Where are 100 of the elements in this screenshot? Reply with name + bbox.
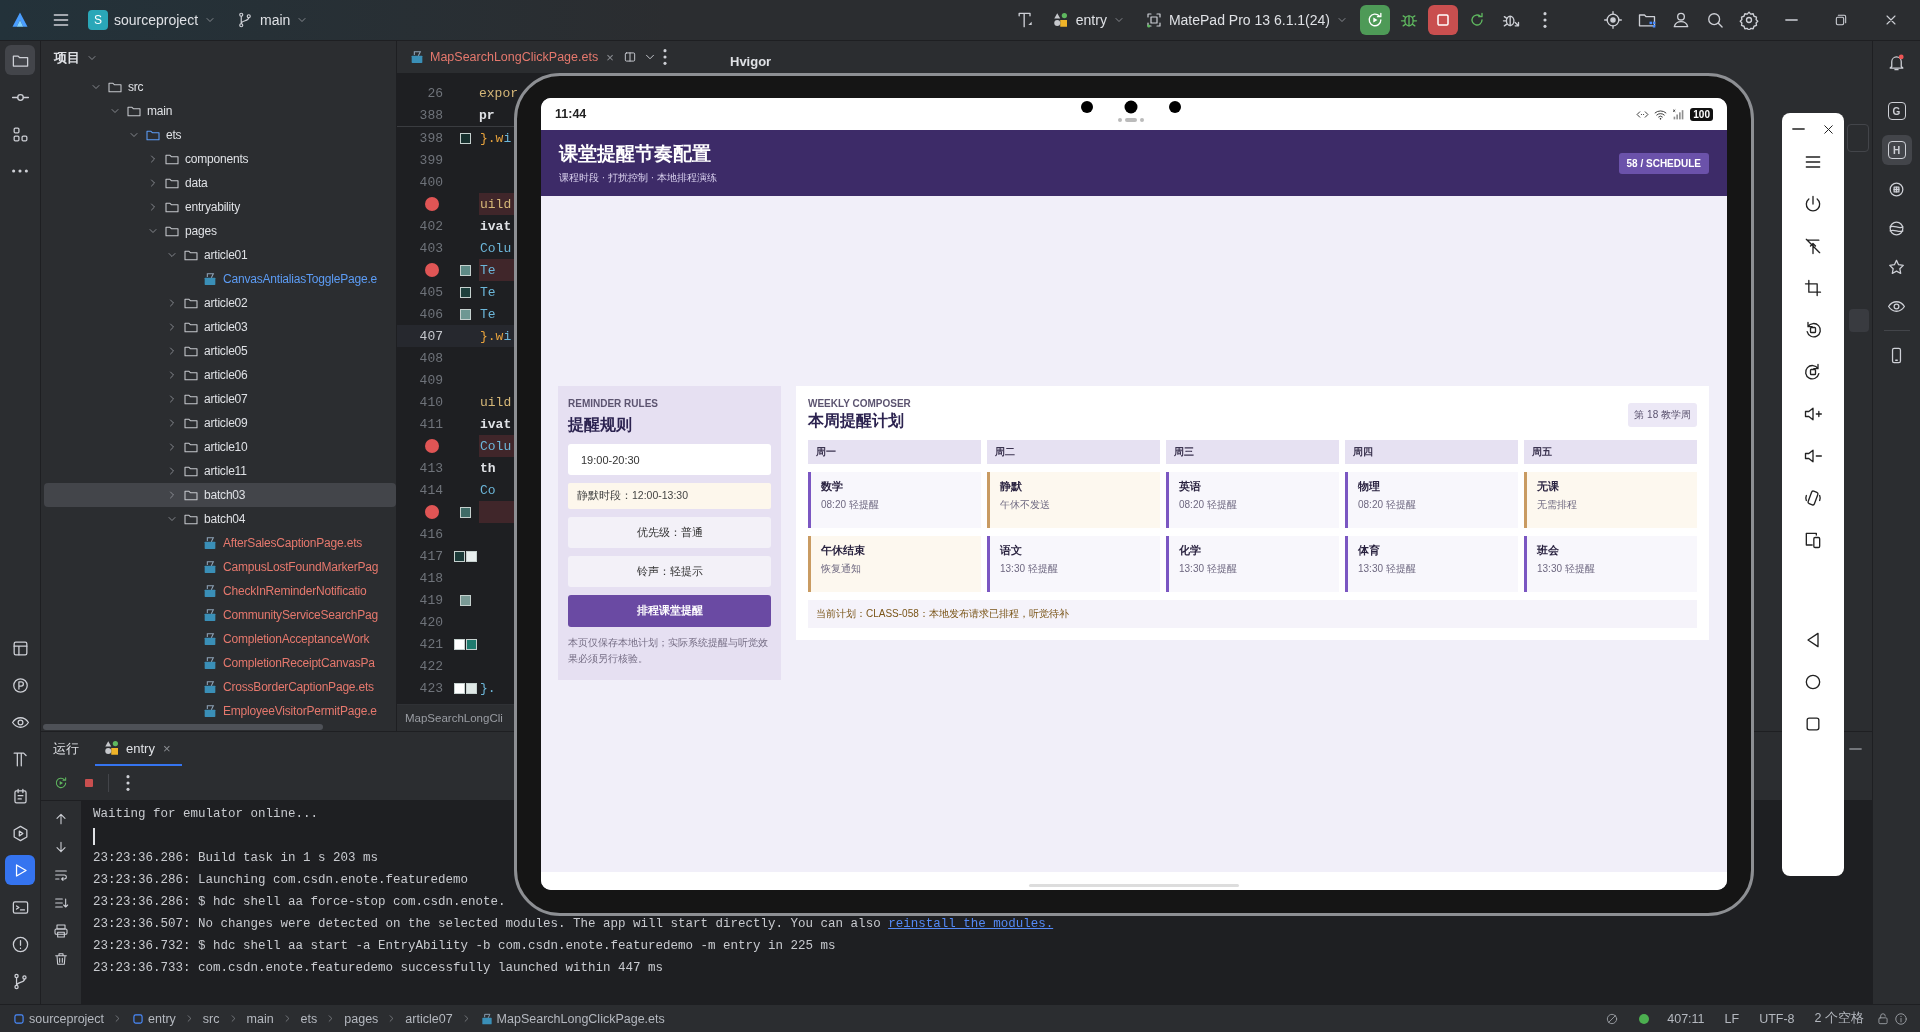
- minimize-icon: [1784, 19, 1798, 21]
- console-line: 23:23:36.507: No changes were detected on the selected modules. The app will start directly. You can also: [93, 917, 882, 931]
- editor-breadcrumb[interactable]: MapSearchLongCli: [405, 712, 503, 724]
- tree-item[interactable]: article07: [44, 387, 396, 411]
- devices-icon: [1803, 530, 1823, 550]
- line-number: 419: [419, 592, 443, 608]
- schedule-cell[interactable]: 班会 13:30 轻提醒: [1524, 536, 1697, 592]
- split-icon[interactable]: [622, 50, 637, 64]
- branch-selector[interactable]: main: [228, 5, 317, 35]
- breadcrumb-item[interactable]: article07: [405, 1011, 453, 1026]
- tree-item[interactable]: src: [44, 75, 396, 99]
- breakpoint-dot[interactable]: [425, 505, 439, 519]
- tree-item[interactable]: article01: [44, 243, 396, 267]
- schedule-cell[interactable]: 英语 08:20 轻提醒: [1166, 472, 1339, 528]
- run-tool-button[interactable]: [5, 855, 35, 885]
- tree-item[interactable]: components: [44, 147, 396, 171]
- run-config-selector[interactable]: entry: [1043, 5, 1133, 35]
- quiet-hours-field[interactable]: 静默时段：12:00-13:30: [568, 483, 771, 509]
- panel-title[interactable]: 项目: [54, 49, 80, 67]
- day-header: 周四: [1345, 440, 1518, 464]
- more-icon[interactable]: [662, 49, 667, 65]
- code-text: th: [480, 460, 496, 476]
- cursor-position[interactable]: 407:11: [1667, 1011, 1705, 1026]
- tree-item[interactable]: CheckInReminderNotificatio: [44, 579, 396, 603]
- tree-item[interactable]: article11: [44, 459, 396, 483]
- schedule-cell[interactable]: 体育 13:30 轻提醒: [1345, 536, 1518, 592]
- tree-item[interactable]: entryability: [44, 195, 396, 219]
- schedule-cell[interactable]: 静默 午休不发送: [987, 472, 1160, 528]
- priority-selector[interactable]: 优先级：普通: [568, 517, 771, 548]
- breadcrumb-item[interactable]: sourceproject: [12, 1011, 105, 1026]
- cell-detail: 13:30 轻提醒: [1179, 562, 1238, 576]
- section-eyebrow: WEEKLY COMPOSER: [808, 398, 912, 409]
- line-number: 399: [419, 152, 443, 168]
- tab-close-button[interactable]: ×: [159, 740, 174, 756]
- stop-button[interactable]: [1428, 5, 1458, 35]
- breadcrumb-item[interactable]: main: [246, 1011, 274, 1026]
- g-tool-button[interactable]: G: [1881, 96, 1912, 126]
- project-tool-button[interactable]: [5, 45, 35, 75]
- tree-item[interactable]: batch04: [44, 507, 396, 531]
- breadcrumb-item[interactable]: src: [202, 1011, 220, 1026]
- device-selector[interactable]: MatePad Pro 13 6.1.1(24): [1136, 5, 1356, 35]
- console-line: 23:23:36.286: $ hdc shell aa force-stop com.csdn.enote.: [93, 895, 506, 909]
- editor-tab[interactable]: MapSearchLongClickPage.ets ×: [409, 44, 617, 70]
- breadcrumb-item[interactable]: entry: [131, 1011, 176, 1026]
- inspection-off-icon[interactable]: [1605, 1011, 1620, 1026]
- lock-icon[interactable]: [1876, 1011, 1890, 1026]
- indent-setting[interactable]: 2 个空格: [1814, 1010, 1864, 1027]
- code-text: pr: [479, 107, 495, 123]
- console-line: Waiting for emulator online...: [93, 807, 319, 821]
- code-text: Te: [480, 284, 496, 300]
- tree-item[interactable]: article09: [44, 411, 396, 435]
- tree-item[interactable]: data: [44, 171, 396, 195]
- tree-item[interactable]: batch03: [44, 483, 396, 507]
- schedule-cell[interactable]: 物理 08:20 轻提醒: [1345, 472, 1518, 528]
- line-number: 398: [419, 130, 443, 146]
- schedule-cell[interactable]: 语文 13:30 轻提醒: [987, 536, 1160, 592]
- line-number: 403: [419, 240, 443, 256]
- tree-item[interactable]: AfterSalesCaptionPage.ets: [44, 531, 396, 555]
- tree-item[interactable]: CrossBorderCaptionPage.ets: [44, 675, 396, 699]
- down-icon: [53, 839, 69, 855]
- schedule-cell[interactable]: 午休结束 恢复通知: [808, 536, 981, 592]
- schedule-cell[interactable]: 数学 08:20 轻提醒: [808, 472, 981, 528]
- schedule-cell[interactable]: 化学 13:30 轻提醒: [1166, 536, 1339, 592]
- run-button[interactable]: [1360, 5, 1390, 35]
- ringtone-selector[interactable]: 铃声：轻提示: [568, 556, 771, 587]
- tab-close-button[interactable]: ×: [603, 49, 617, 65]
- tree-item[interactable]: EmployeeVisitorPermitPage.e: [44, 699, 396, 723]
- tree-item[interactable]: CompletionAcceptanceWork: [44, 627, 396, 651]
- info-icon[interactable]: [1894, 1011, 1908, 1026]
- tree-item[interactable]: article10: [44, 435, 396, 459]
- breakpoint-dot[interactable]: [425, 197, 439, 211]
- tree-item[interactable]: article05: [44, 339, 396, 363]
- reinstall-link[interactable]: reinstall the modules.: [888, 917, 1054, 931]
- project-selector[interactable]: S sourceproject: [80, 5, 225, 35]
- input-field[interactable]: [1847, 124, 1869, 152]
- breakpoint-dot[interactable]: [425, 263, 439, 277]
- line-number: 414: [419, 482, 443, 498]
- tree-item[interactable]: article06: [44, 363, 396, 387]
- tree-item[interactable]: CampusLostFoundMarkerPag: [44, 555, 396, 579]
- schedule-cell[interactable]: 无课 无需排程: [1524, 472, 1697, 528]
- tree-item[interactable]: article02: [44, 291, 396, 315]
- file-encoding[interactable]: UTF-8: [1759, 1011, 1795, 1026]
- breadcrumb-item[interactable]: ets: [300, 1011, 318, 1026]
- tree-item[interactable]: CommunityServiceSearchPag: [44, 603, 396, 627]
- run-tab[interactable]: entry ×: [95, 732, 182, 766]
- tree-item[interactable]: main: [44, 99, 396, 123]
- tree-item[interactable]: CanvasAntialiasTogglePage.e: [44, 267, 396, 291]
- tree-item[interactable]: CompletionReceiptCanvasPa: [44, 651, 396, 675]
- breadcrumb-item[interactable]: MapSearchLongClickPage.ets: [479, 1011, 665, 1026]
- breadcrumb-item[interactable]: pages: [344, 1011, 379, 1026]
- tree-item[interactable]: ets: [44, 123, 396, 147]
- line-ending[interactable]: LF: [1724, 1011, 1740, 1026]
- tree-item[interactable]: pages: [44, 219, 396, 243]
- h-tool-button[interactable]: H: [1881, 135, 1912, 165]
- breakpoint-dot[interactable]: [425, 439, 439, 453]
- time-range-field[interactable]: 19:00-20:30: [568, 444, 771, 475]
- tree-item[interactable]: article03: [44, 315, 396, 339]
- schedule-button[interactable]: 排程课堂提醒: [568, 595, 771, 627]
- cell-detail: 13:30 轻提醒: [1537, 562, 1596, 576]
- scrollbar-thumb[interactable]: [43, 724, 323, 730]
